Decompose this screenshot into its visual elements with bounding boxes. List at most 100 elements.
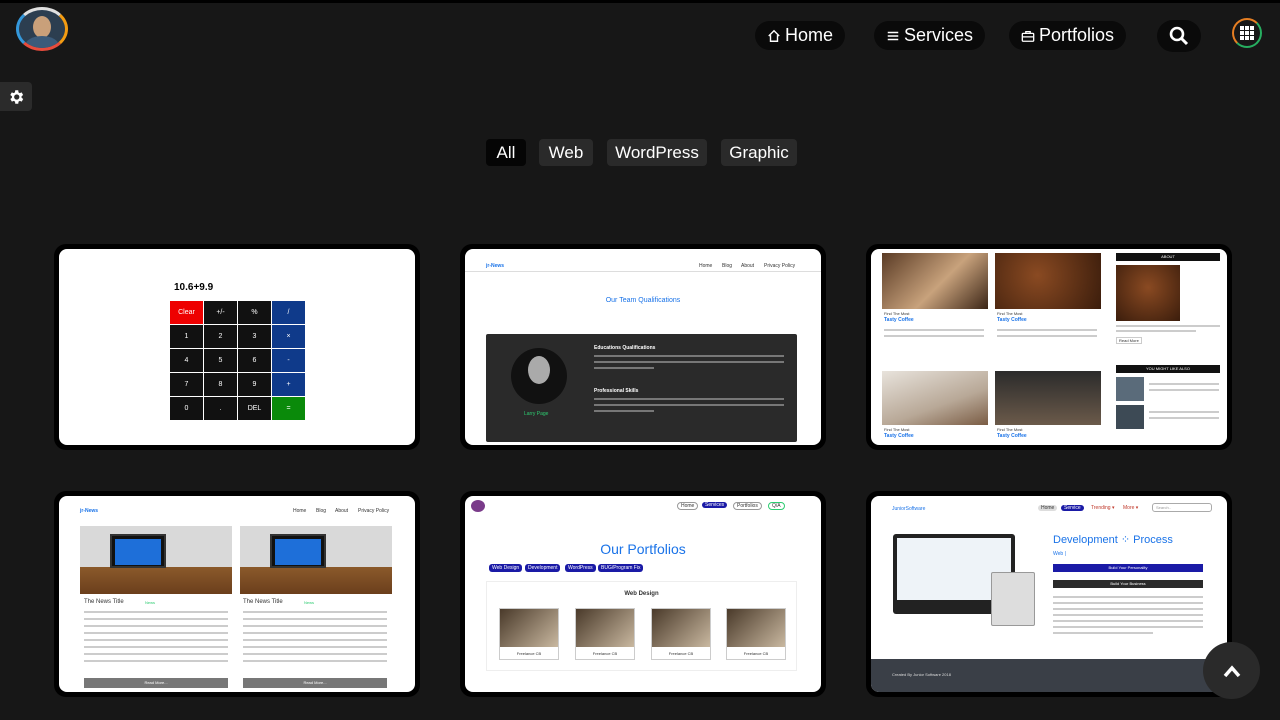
calculator-key: 4 <box>170 349 203 372</box>
software-build-business-button: Build Your Business <box>1053 580 1203 588</box>
calculator-title: Calculator <box>200 256 274 273</box>
software-menu-home: Home <box>1038 505 1058 511</box>
software-text-line <box>1053 620 1203 622</box>
coffee-read-more: Read More <box>1116 337 1142 344</box>
software-brand: JuniorSoftware <box>892 506 926 512</box>
news2-text-line <box>84 653 228 655</box>
coffee-about-image <box>1116 265 1180 321</box>
coffee-also-line <box>1149 383 1219 385</box>
software-text-line <box>1053 614 1203 616</box>
coffee-item-title: Tasty Coffee <box>997 317 1027 323</box>
avatar-body <box>25 36 59 48</box>
software-footer-text: Created By Junior Software 2018 <box>892 672 951 677</box>
portfolio-card-junior-software[interactable]: JuniorSoftware Home Service Trending ▾ M… <box>866 491 1232 697</box>
settings-button[interactable] <box>0 82 32 111</box>
calculator-key: × <box>272 325 305 348</box>
portfolios-section-title: Web Design <box>624 591 659 597</box>
chevron-up-icon <box>1223 664 1240 677</box>
news2-text-line <box>243 653 387 655</box>
coffee-also-header: YOU MIGHT LIKE ALSO <box>1116 365 1220 373</box>
news2-text-line <box>243 625 387 627</box>
portfolios-thumb: Freelance CB <box>575 608 635 660</box>
calculator-key: +/- <box>204 301 237 324</box>
edu-text-line <box>594 361 784 363</box>
news-menu-privacy: Privacy Policy <box>764 263 796 269</box>
software-tablet <box>991 572 1035 626</box>
news2-title: The News Title <box>243 599 283 605</box>
portfolio-card-news-list[interactable]: jr-News Home Blog About Privacy Policy T… <box>54 491 420 697</box>
software-menu-service: Service <box>1061 505 1084 511</box>
coffee-item-title: Tasty Coffee <box>997 433 1027 439</box>
scroll-to-top-button[interactable] <box>1203 642 1260 699</box>
calculator-key: 1 <box>170 325 203 348</box>
news-list-preview: jr-News Home Blog About Privacy Policy T… <box>59 496 415 692</box>
portfolio-card-news-qualifications[interactable]: jr-News Home Blog About Privacy Policy O… <box>460 244 826 450</box>
software-menu-trending: Trending ▾ <box>1091 505 1115 511</box>
software-heading: Development ⁘ Process <box>1053 534 1173 546</box>
news2-text-line <box>84 611 228 613</box>
news2-read-more: Read More... <box>243 678 387 688</box>
portfolios-thumb-label: Freelance CB <box>592 651 618 656</box>
news-brand: jr-News <box>486 263 505 269</box>
search-button[interactable] <box>1157 20 1201 52</box>
nav-home-label: Home <box>785 25 834 45</box>
portfolios-thumb: Freelance CB <box>726 608 786 660</box>
nav-home-button[interactable]: Home <box>755 21 846 50</box>
apps-grid-button[interactable] <box>1232 18 1262 48</box>
news2-monitor <box>270 534 326 568</box>
calculator-key: . <box>204 397 237 420</box>
news2-menu-home: Home <box>293 508 307 514</box>
nav-services-button[interactable]: Services <box>874 21 986 50</box>
coffee-also-line <box>1149 417 1219 419</box>
calculator-key: 5 <box>204 349 237 372</box>
nav-portfolios-button[interactable]: Portfolios <box>1009 21 1127 50</box>
software-preview: JuniorSoftware Home Service Trending ▾ M… <box>871 496 1227 692</box>
news2-image <box>80 526 232 594</box>
calculator-preview: Calculator 10.6+9.9 Clear +/-%/ 1 2 3 × 4 5 6- 7 8… <box>59 249 415 445</box>
calculator-key: = <box>272 397 305 420</box>
calculator-key: Clear <box>170 301 203 324</box>
calculator-display: 10.6+9.9 <box>170 278 304 298</box>
software-text-line <box>1053 596 1203 598</box>
coffee-also-line <box>1149 411 1219 413</box>
coffee-also-thumb <box>1116 405 1144 429</box>
portfolios-thumb-label: Freelance CB <box>668 651 694 656</box>
coffee-about-line <box>1116 325 1220 327</box>
news2-text-line <box>243 611 387 613</box>
software-search-placeholder: Search.. <box>1156 505 1171 510</box>
software-footer: Created By Junior Software 2018 <box>871 659 1227 692</box>
news-menu-about: About <box>741 263 755 269</box>
news2-tag: News <box>304 600 315 605</box>
portfolio-card-coffee[interactable]: Find The Most Tasty Coffee Find The Most… <box>866 244 1232 450</box>
filter-graphic[interactable]: Graphic <box>721 139 797 166</box>
portfolios-preview: Home Services Portfolios Q/A Our Portfol… <box>465 496 821 692</box>
news-team-panel: Larry Page Educations Qualifications Pro… <box>486 334 797 442</box>
filter-wordpress[interactable]: WordPress <box>607 139 707 166</box>
calculator-key: DEL <box>238 397 271 420</box>
calculator-key: % <box>238 301 271 324</box>
portfolios-menu-home: Home <box>677 502 699 510</box>
portfolios-heading: Our Portfolios <box>600 541 686 557</box>
news2-menu-privacy: Privacy Policy <box>358 508 390 514</box>
calculator-key: 6 <box>238 349 271 372</box>
news-header-divider <box>465 271 821 272</box>
portfolio-card-our-portfolios[interactable]: Home Services Portfolios Q/A Our Portfol… <box>460 491 826 697</box>
calculator-key: - <box>272 349 305 372</box>
calculator-key: 7 <box>170 373 203 396</box>
calculator-key: 9 <box>238 373 271 396</box>
news-heading: Our Team Qualifications <box>605 297 681 304</box>
filter-web[interactable]: Web <box>539 139 593 166</box>
calculator-key: 2 <box>204 325 237 348</box>
news2-title: The News Title <box>84 599 124 605</box>
portfolios-thumb-label: Freelance CB <box>743 651 769 656</box>
skills-text-line <box>594 404 784 406</box>
portfolio-card-calculator[interactable]: Calculator 10.6+9.9 Clear +/-%/ 1 2 3 × 4 5 6- 7 8… <box>54 244 420 450</box>
software-text-line <box>1053 608 1203 610</box>
software-sub: Web | <box>1053 551 1066 557</box>
news2-text-line <box>243 660 387 662</box>
software-build-personality-button: Build Your Personality <box>1053 564 1203 572</box>
news2-text-line <box>84 660 228 662</box>
filter-all[interactable]: All <box>486 139 526 166</box>
portfolios-menu-qa: Q/A <box>768 502 785 510</box>
avatar[interactable] <box>16 7 68 51</box>
